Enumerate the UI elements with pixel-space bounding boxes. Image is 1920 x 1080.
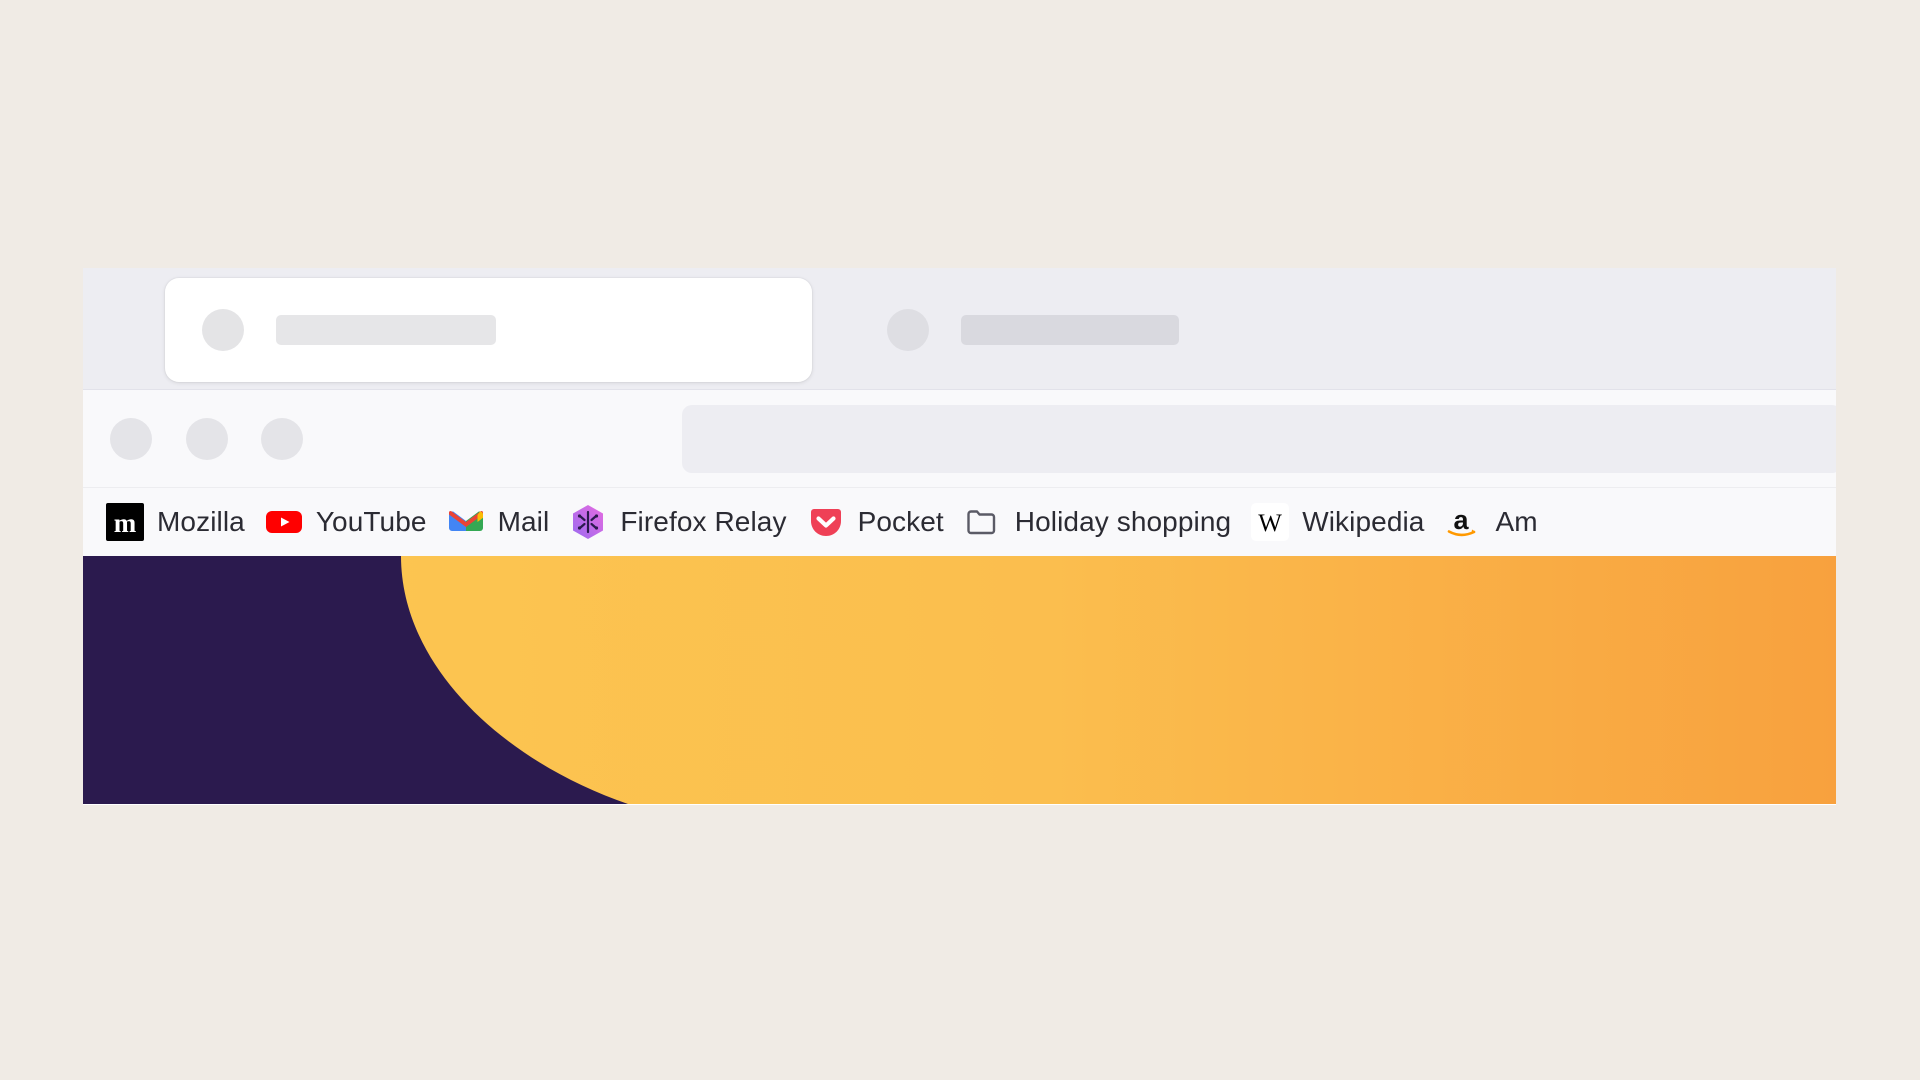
pocket-icon xyxy=(810,509,841,536)
bookmark-amazon[interactable]: a Am xyxy=(1434,497,1547,547)
navigation-toolbar xyxy=(83,390,1836,488)
bookmark-label: Wikipedia xyxy=(1302,506,1425,537)
bookmark-youtube[interactable]: YouTube xyxy=(255,497,437,547)
page-content xyxy=(83,556,1836,804)
bookmark-label: Pocket xyxy=(857,506,944,537)
firefox-relay-icon xyxy=(573,505,604,539)
svg-text:W: W xyxy=(1258,510,1282,537)
url-input[interactable] xyxy=(682,405,1836,473)
tab-favicon-placeholder xyxy=(887,309,929,351)
screenshot-root: m Mozilla YouTube Mail Firefox Relay Poc… xyxy=(0,0,1920,1080)
tab-title-placeholder xyxy=(961,315,1179,345)
hero-graphic xyxy=(83,556,1836,804)
wikipedia-icon: W xyxy=(1251,503,1290,541)
amazon-icon: a xyxy=(1448,505,1476,537)
bookmark-mail[interactable]: Mail xyxy=(437,497,560,547)
tab-inactive[interactable] xyxy=(851,278,1498,382)
youtube-icon xyxy=(265,511,302,533)
forward-button[interactable] xyxy=(186,418,228,460)
folder-icon xyxy=(967,510,995,535)
mozilla-icon: m xyxy=(106,503,144,541)
svg-text:a: a xyxy=(1454,505,1470,535)
tab-title-placeholder xyxy=(276,315,496,345)
bookmark-wikipedia[interactable]: W Wikipedia xyxy=(1241,497,1434,547)
bookmark-label: Firefox Relay xyxy=(620,506,787,537)
tab-strip xyxy=(83,268,1836,390)
svg-text:m: m xyxy=(114,508,137,538)
bookmark-pocket[interactable]: Pocket xyxy=(797,497,954,547)
bookmark-firefox-relay[interactable]: Firefox Relay xyxy=(559,497,796,547)
bookmark-label: Mozilla xyxy=(157,506,245,537)
bookmark-label: Holiday shopping xyxy=(1014,506,1232,537)
browser-window: m Mozilla YouTube Mail Firefox Relay Poc… xyxy=(83,268,1836,805)
gmail-icon xyxy=(448,511,483,531)
bookmark-label: YouTube xyxy=(315,506,427,537)
bookmark-label: Am xyxy=(1495,506,1538,537)
back-button[interactable] xyxy=(110,418,152,460)
tab-active[interactable] xyxy=(165,278,812,382)
bookmarks-bar: m Mozilla YouTube Mail Firefox Relay Poc… xyxy=(83,488,1836,556)
tab-favicon-placeholder xyxy=(202,309,244,351)
bookmark-label: Mail xyxy=(497,506,550,537)
bookmark-mozilla[interactable]: m Mozilla xyxy=(96,497,255,547)
reload-button[interactable] xyxy=(261,418,303,460)
bookmark-holiday-shopping[interactable]: Holiday shopping xyxy=(954,497,1241,547)
